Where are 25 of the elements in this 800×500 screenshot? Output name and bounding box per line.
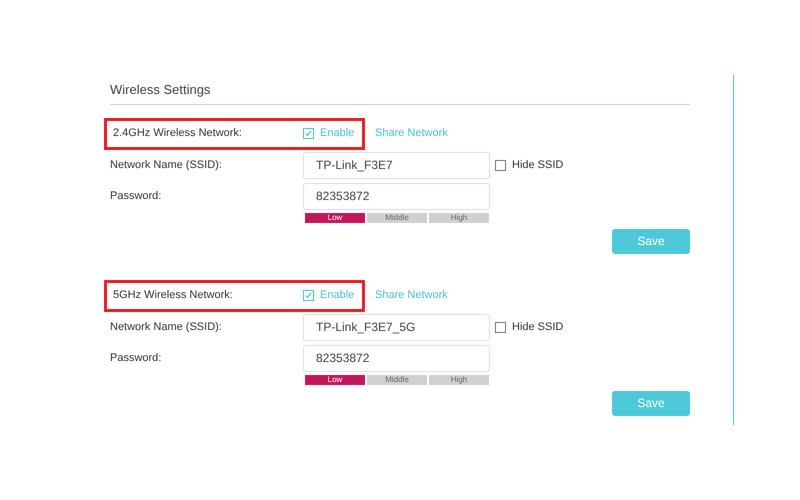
strength-segment: High [429, 212, 489, 222]
field-label: Password: [110, 188, 162, 204]
password-field[interactable]: 82353872 [303, 182, 490, 210]
checkbox[interactable] [303, 128, 314, 139]
enable-label: Enable [320, 288, 354, 304]
enable-label: Enable [320, 126, 354, 142]
strength-segment: High [429, 374, 489, 384]
field-label: Network Name (SSID): [110, 320, 223, 335]
checkbox[interactable] [495, 160, 506, 170]
password-field[interactable]: 82353872 [303, 344, 490, 372]
hide-ssid-label: Hide SSID [512, 158, 564, 173]
strength-segment: Low [305, 374, 365, 384]
checkbox[interactable] [303, 290, 314, 301]
strength-segment: Middle [367, 374, 427, 384]
band-label: 5GHz Wireless Network: [113, 288, 234, 304]
ssid-field[interactable]: TP-Link_F3E7 [303, 152, 490, 178]
field-label: Network Name (SSID): [110, 158, 223, 173]
strength-segment: Low [305, 212, 365, 222]
ssid-field[interactable]: TP-Link_F3E7_5G [303, 314, 490, 340]
hide-ssid-label: Hide SSID [512, 320, 564, 335]
checkbox[interactable] [495, 322, 506, 332]
strength-segment: Middle [367, 212, 427, 222]
field-label: Password: [110, 350, 162, 366]
section-title: Wireless Settings [110, 80, 690, 104]
band-label: 2.4GHz Wireless Network: [113, 126, 243, 142]
